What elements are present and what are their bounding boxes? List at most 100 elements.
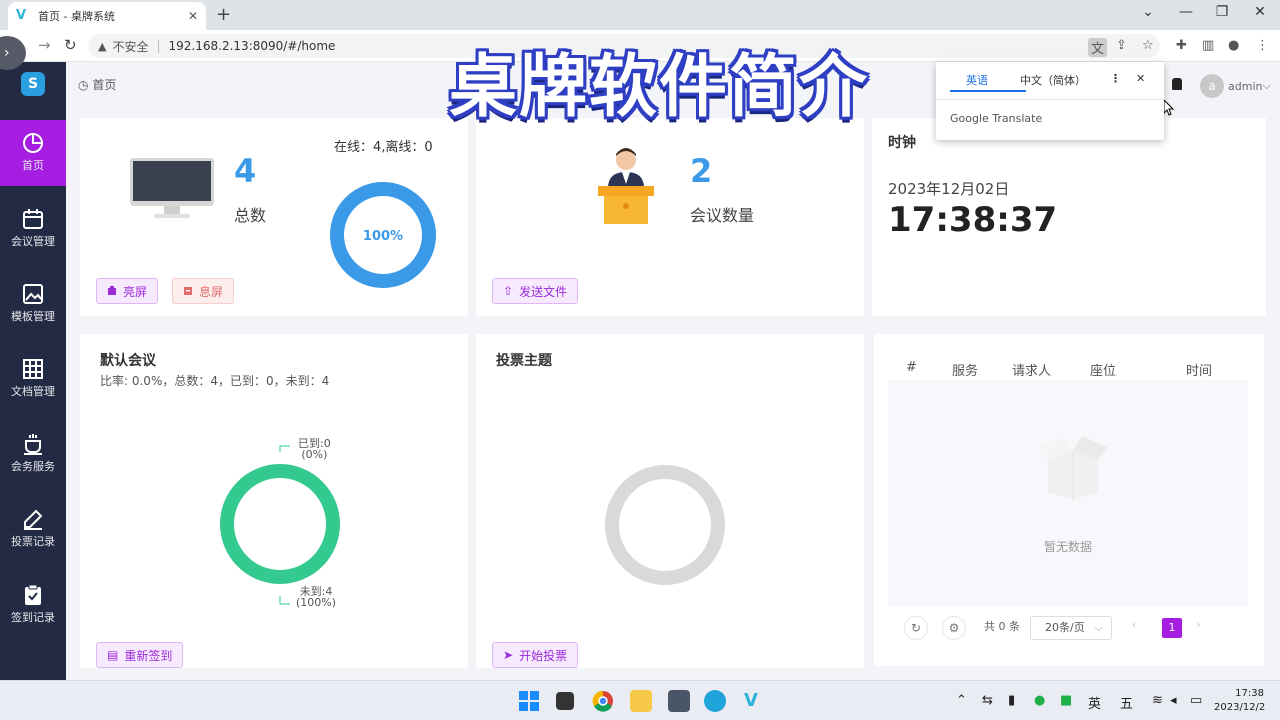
send-file-label: 发送文件 bbox=[519, 284, 568, 299]
screen-off-button[interactable]: 息屏 bbox=[172, 278, 235, 304]
screen-on-label: 亮屏 bbox=[123, 284, 148, 299]
share-icon[interactable]: ⇪ bbox=[1116, 38, 1127, 53]
arrived-data-label: 已到:0 (0%) bbox=[298, 438, 331, 460]
app-icon[interactable]: V bbox=[740, 690, 762, 712]
column-header: 服务 bbox=[952, 364, 979, 379]
tray-swap-icon[interactable]: ⇆ bbox=[982, 693, 993, 708]
prev-page-icon[interactable]: ‹ bbox=[1132, 618, 1136, 631]
online-status: 在线：4,离线：0 bbox=[334, 140, 433, 155]
sidebar-item-votes[interactable]: 投票记录 bbox=[0, 496, 66, 562]
lightbulb-icon bbox=[108, 286, 116, 295]
device-count-label: 总数 bbox=[234, 206, 267, 225]
file-explorer-icon[interactable] bbox=[630, 690, 652, 712]
clock-title: 时钟 bbox=[888, 135, 916, 151]
windows-taskbar: V ⌃ ⇆ ▮ ● ■ 英 五 ≋ ◂ ▭ 17:38 2023/12/2 bbox=[0, 680, 1280, 720]
current-page[interactable]: 1 bbox=[1162, 618, 1182, 638]
refresh-icon[interactable]: ↻ bbox=[904, 616, 928, 640]
speaker-podium-icon bbox=[598, 148, 654, 224]
start-vote-label: 开始投票 bbox=[519, 648, 568, 663]
tab-close-icon[interactable]: ✕ bbox=[188, 9, 198, 23]
overlay-title-banner: 桌牌软件简介 bbox=[448, 48, 869, 127]
send-file-button[interactable]: ⇧ 发送文件 bbox=[492, 278, 579, 304]
sidebar-item-home[interactable]: 首页 bbox=[0, 120, 66, 186]
meeting-count: 2 bbox=[690, 152, 713, 190]
translate-options-icon[interactable]: ⋮ bbox=[1110, 72, 1121, 85]
translate-icon[interactable]: 文 bbox=[1088, 38, 1108, 57]
minimize-icon[interactable]: — bbox=[1176, 4, 1196, 20]
meeting-count-label: 会议数量 bbox=[690, 206, 755, 225]
app-favicon-icon: V bbox=[16, 8, 27, 23]
cup-icon bbox=[24, 434, 42, 455]
breadcrumb-home[interactable]: 首页 bbox=[92, 78, 116, 92]
empty-text: 暂无数据 bbox=[1043, 540, 1092, 554]
absent-data-label: 未到:4 (100%) bbox=[296, 586, 336, 608]
recheck-button[interactable]: ▤ 重新签到 bbox=[96, 642, 184, 668]
ime-lang[interactable]: 英 bbox=[1088, 693, 1101, 712]
upload-icon: ⇧ bbox=[503, 284, 514, 298]
sidebar-item-services[interactable]: 会务服务 bbox=[0, 421, 66, 487]
device-count: 4 bbox=[234, 152, 257, 190]
tray-green-icon[interactable]: ■ bbox=[1060, 693, 1072, 708]
calculator-icon[interactable] bbox=[668, 690, 690, 712]
taskview-icon[interactable] bbox=[556, 692, 574, 710]
main-content: ◷ 首页 a admin ⌵ 4 总数 在线：4,离线：0 100% 亮屏 息屏 bbox=[66, 62, 1280, 680]
page-size-select[interactable]: 20条/页 ⌵ bbox=[1030, 616, 1112, 640]
windows-start-icon[interactable] bbox=[518, 690, 540, 712]
menu-dots-icon[interactable]: ⋮ bbox=[1256, 38, 1269, 53]
chevron-down-icon: ⌵ bbox=[1262, 79, 1271, 92]
battery-icon[interactable]: ▭ bbox=[1190, 693, 1202, 708]
sidebar-item-signin[interactable]: 签到记录 bbox=[0, 572, 66, 638]
extensions-icon[interactable]: ✚ bbox=[1176, 38, 1187, 53]
reload-icon[interactable]: ↻ bbox=[64, 36, 77, 54]
maximize-icon[interactable]: ❐ bbox=[1212, 4, 1232, 20]
default-meeting-title: 默认会议 bbox=[100, 353, 156, 369]
tray-chevron-icon[interactable]: ⌃ bbox=[956, 693, 967, 708]
user-menu[interactable]: a admin ⌵ bbox=[1200, 74, 1271, 98]
app-logo: S bbox=[21, 72, 45, 96]
new-tab-button[interactable]: + bbox=[216, 4, 231, 25]
pen-icon bbox=[24, 509, 43, 530]
start-vote-button[interactable]: ➤ 开始投票 bbox=[492, 642, 579, 668]
tray-wechat-icon[interactable]: ● bbox=[1034, 693, 1045, 708]
screen-off-label: 息屏 bbox=[199, 284, 224, 299]
column-header: 时间 bbox=[1186, 364, 1213, 379]
edge-icon[interactable] bbox=[704, 690, 726, 712]
profile-icon[interactable]: ● bbox=[1228, 38, 1239, 53]
translate-brand: Google Translate bbox=[950, 112, 1043, 125]
volume-icon[interactable]: ◂ bbox=[1170, 693, 1177, 708]
breadcrumb: ◷ 首页 bbox=[78, 76, 116, 93]
browser-tabbar: V 首页 - 桌牌系统 ✕ + ⌄ — ❐ ✕ bbox=[0, 0, 1280, 30]
ime-mode[interactable]: 五 bbox=[1120, 693, 1133, 712]
screen-off-icon bbox=[184, 287, 192, 295]
column-header: 座位 bbox=[1090, 364, 1117, 379]
image-icon bbox=[23, 284, 43, 304]
sidebar-item-documents[interactable]: 文档管理 bbox=[0, 346, 66, 412]
close-window-icon[interactable]: ✕ bbox=[1250, 4, 1270, 20]
sidebar-item-label: 投票记录 bbox=[11, 535, 55, 548]
sidepanel-icon[interactable]: ▥ bbox=[1202, 38, 1214, 53]
sidebar-item-templates[interactable]: 模板管理 bbox=[0, 271, 66, 337]
notification-icon[interactable] bbox=[1172, 78, 1182, 90]
translate-tab-english[interactable]: 英语 bbox=[966, 72, 988, 88]
clock-time: 17:38 bbox=[1235, 688, 1264, 699]
tab-search-chevron-icon[interactable]: ⌄ bbox=[1138, 4, 1158, 20]
taskbar-clock[interactable]: 17:38 2023/12/2 bbox=[1214, 687, 1265, 715]
bookmark-star-icon[interactable]: ☆ bbox=[1142, 38, 1154, 53]
screen-on-button[interactable]: 亮屏 bbox=[96, 278, 159, 304]
browser-tab[interactable]: V 首页 - 桌牌系统 ✕ bbox=[8, 2, 206, 30]
tray-app-icon[interactable]: ▮ bbox=[1008, 693, 1015, 708]
sidebar-item-meetings[interactable]: 会议管理 bbox=[0, 196, 66, 262]
settings-gear-icon[interactable]: ⚙ bbox=[942, 616, 966, 640]
translate-close-icon[interactable]: ✕ bbox=[1136, 72, 1145, 85]
warning-icon: ▲ bbox=[98, 39, 107, 53]
vote-card: 投票主题 ➤ 开始投票 bbox=[476, 334, 864, 668]
grid-icon bbox=[23, 359, 43, 379]
clock-date: 2023年12月02日 bbox=[888, 180, 1010, 198]
translate-tab-chinese[interactable]: 中文（简体） bbox=[1020, 72, 1086, 88]
translate-tab-underline bbox=[950, 90, 1026, 92]
wifi-icon[interactable]: ≋ bbox=[1152, 693, 1163, 708]
forward-icon[interactable]: → bbox=[38, 36, 51, 54]
next-page-icon[interactable]: › bbox=[1196, 618, 1200, 631]
donut-slice-未到 bbox=[220, 464, 340, 584]
chrome-icon[interactable] bbox=[592, 690, 614, 712]
